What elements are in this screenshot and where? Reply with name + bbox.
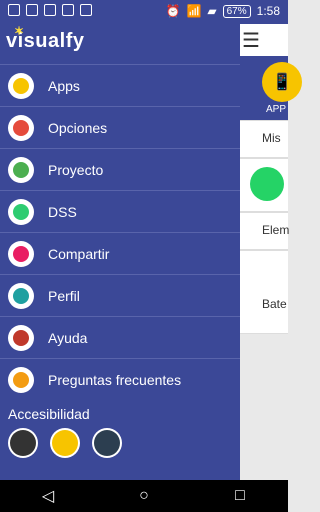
drawer-item[interactable]: Preguntas frecuentes [0, 358, 240, 400]
drawer-item-label: Apps [48, 77, 80, 94]
drawer-item[interactable]: Perfil [0, 274, 240, 316]
apps-circle-icon[interactable]: 📱 [262, 62, 302, 102]
wrench-icon [13, 119, 29, 136]
notification-icon [44, 4, 56, 16]
question-icon [13, 371, 29, 388]
notification-icon [8, 4, 20, 16]
drawer-item-label: Compartir [48, 245, 110, 262]
status-time: 1:58 [256, 4, 280, 18]
elementos-card[interactable]: Elem [240, 212, 290, 250]
notification-icon [26, 4, 38, 16]
drawer-header: ✶ visualfy [0, 24, 240, 64]
spain-flag-icon [52, 430, 78, 456]
status-bar: ⏰ 📶 ▰ 67% 1:58 [0, 0, 288, 24]
signal-icon: ▰ [207, 4, 217, 18]
back-icon[interactable]: ◁ [36, 484, 60, 508]
alarm-icon: ⏰ [165, 4, 181, 18]
bateria-text: Bate [262, 297, 287, 311]
drawer-item-label: Opciones [48, 119, 108, 136]
drawer-item-label: Preguntas frecuentes [48, 371, 182, 388]
battery-indicator: 67% [222, 4, 251, 18]
accessibility-options [8, 428, 240, 458]
drawer-item[interactable]: Opciones [0, 106, 240, 148]
accessibility-title: Accesibilidad [8, 406, 90, 422]
drawer-item-label: Proyecto [48, 161, 104, 178]
drawer-item-label: Perfil [48, 287, 80, 304]
bateria-card[interactable]: Bate [240, 250, 288, 334]
share-icon [13, 245, 29, 262]
wifi-icon: 📶 [186, 4, 202, 18]
uk-flag-icon [94, 430, 120, 456]
drawer-item[interactable]: Proyecto [0, 148, 240, 190]
drawer-item-label: Ayuda [48, 329, 88, 346]
whatsapp-icon [250, 167, 284, 201]
drawer-item[interactable]: DSS [0, 190, 240, 232]
app-toolbar: ☰ [240, 24, 288, 56]
accessibility-section: Accesibilidad [0, 406, 240, 458]
logo-spark-icon: ✶ [14, 24, 25, 38]
system-navbar: ◁ ○ □ [0, 480, 288, 512]
elementos-text: Elem [262, 223, 290, 237]
recent-apps-icon[interactable]: □ [228, 484, 252, 508]
drawer-item[interactable]: Apps [0, 64, 240, 106]
status-left-icons [8, 4, 92, 16]
drawer-item[interactable]: Ayuda [0, 316, 240, 358]
mis-text: Mis [262, 131, 281, 145]
navigation-drawer: ✶ visualfy Apps Opciones Proyecto DSS Compar… [0, 24, 240, 480]
home-icon[interactable]: ○ [132, 484, 156, 508]
accessibility-option[interactable] [50, 428, 80, 458]
mis-card[interactable]: Mis [240, 120, 288, 158]
drawer-item-label: DSS [48, 203, 77, 220]
whatsapp-card[interactable] [240, 158, 288, 212]
sign-language-icon [10, 430, 36, 456]
person-icon [13, 287, 29, 304]
keyboard-icon [13, 203, 29, 220]
app-logo: ✶ visualfy [6, 24, 85, 52]
accessibility-option[interactable] [92, 428, 122, 458]
info-icon [13, 329, 29, 346]
drawer-item[interactable]: Compartir [0, 232, 240, 274]
phone-icon [13, 77, 29, 94]
accessibility-option[interactable] [8, 428, 38, 458]
apps-panel: 📱 APP [240, 56, 302, 120]
notification-icon [62, 4, 74, 16]
status-right: ⏰ 📶 ▰ 67% 1:58 [165, 4, 280, 18]
pencil-icon [13, 161, 29, 178]
notification-icon [80, 4, 92, 16]
main-content: ☰ 📱 APP Mis Elem Bate [240, 24, 302, 480]
apps-label: APP [266, 104, 287, 115]
menu-icon[interactable]: ☰ [242, 28, 260, 53]
